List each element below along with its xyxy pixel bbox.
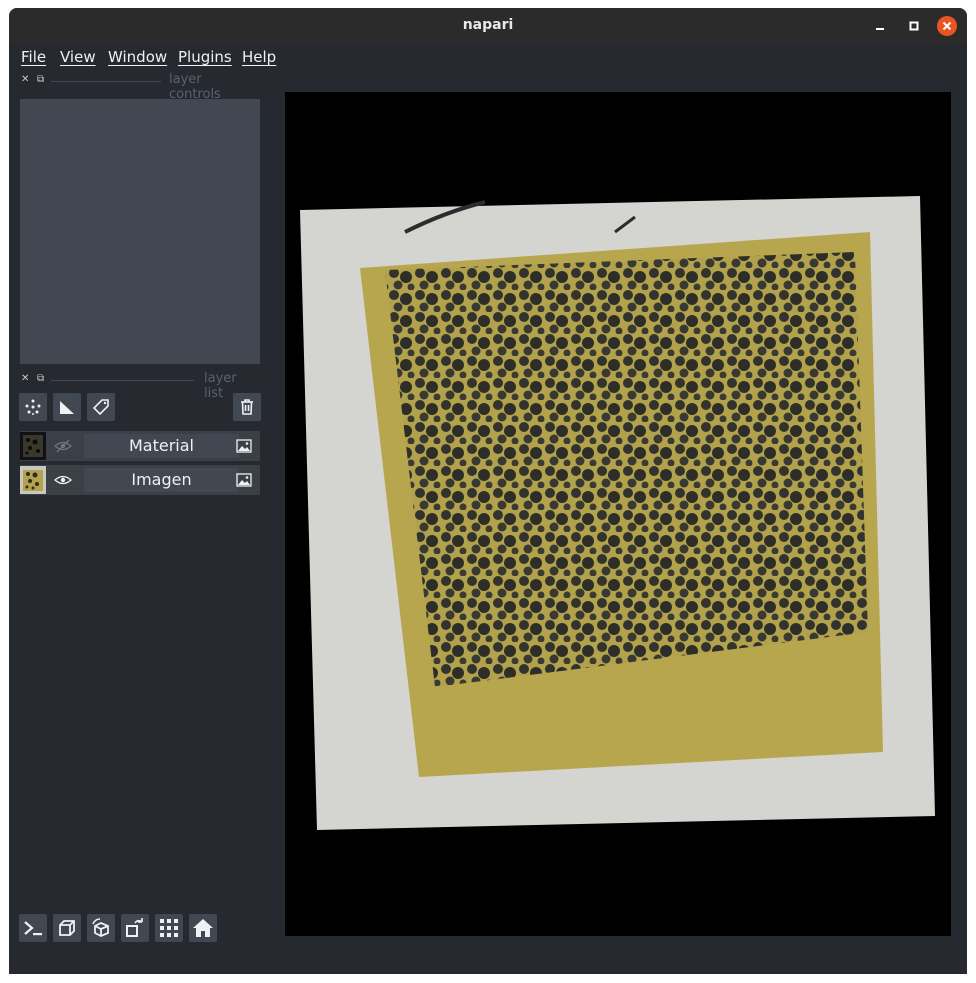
layer-controls-label: layer controls [169, 72, 221, 102]
menu-bar: File View Window Plugins Help [9, 44, 967, 70]
label-tag-icon [92, 399, 109, 416]
maximize-button[interactable] [904, 16, 924, 36]
layer-list-header: ✕ ⧉ layer list [17, 371, 257, 401]
minimize-button[interactable] [870, 16, 890, 36]
roll-dimensions-button[interactable] [87, 914, 115, 942]
window-title: napari [462, 17, 514, 33]
menu-window[interactable]: Window [108, 48, 167, 66]
grid-icon [160, 919, 178, 937]
console-prompt-icon [24, 921, 42, 936]
console-button[interactable] [19, 914, 47, 942]
menu-view[interactable]: View [60, 48, 96, 66]
dock-float-icon[interactable]: ⧉ [37, 373, 44, 384]
new-points-layer-button[interactable] [19, 393, 47, 421]
points-icon [25, 399, 41, 415]
layer-thumbnail [20, 432, 46, 460]
image-layer-icon [236, 473, 252, 487]
dock-close-icon[interactable]: ✕ [21, 373, 29, 384]
shapes-icon [60, 401, 74, 414]
grid-view-button[interactable] [155, 914, 183, 942]
dock-close-icon[interactable]: ✕ [21, 74, 29, 85]
delete-layer-button[interactable] [233, 393, 261, 421]
toggle-ndisplay-button[interactable] [53, 914, 81, 942]
layer-row-material[interactable]: Material [20, 431, 260, 461]
visibility-eye-icon[interactable] [54, 473, 72, 487]
menu-plugins[interactable]: Plugins [178, 48, 232, 66]
layer-controls-panel [20, 99, 260, 364]
viewer-canvas[interactable] [285, 92, 951, 936]
roll-cube-icon [92, 918, 109, 937]
menu-file[interactable]: File [21, 48, 46, 66]
close-button[interactable] [937, 16, 957, 36]
new-shapes-layer-button[interactable] [53, 393, 81, 421]
title-bar: napari [9, 8, 967, 44]
reset-view-button[interactable] [189, 914, 217, 942]
layer-row-imagen[interactable]: Imagen [20, 465, 260, 495]
layer-name-field[interactable]: Imagen [84, 468, 239, 492]
image-layer-render [300, 196, 935, 830]
home-icon [193, 919, 213, 937]
2d-3d-toggle-icon [59, 920, 75, 936]
menu-help[interactable]: Help [242, 48, 276, 66]
dock-divider [51, 81, 161, 82]
layer-thumbnail [20, 466, 46, 494]
new-labels-layer-button[interactable] [87, 393, 115, 421]
transpose-icon [126, 918, 143, 937]
dock-float-icon[interactable]: ⧉ [37, 74, 44, 85]
napari-window: napari File View Window Plugins Help ✕ ⧉… [9, 8, 967, 974]
visibility-off-eye-icon[interactable] [54, 439, 72, 453]
trash-icon [241, 399, 253, 415]
image-layer-icon [236, 439, 252, 453]
layer-controls-header: ✕ ⧉ layer controls [17, 72, 257, 102]
transpose-dimensions-button[interactable] [121, 914, 149, 942]
dock-divider [51, 380, 194, 381]
layer-name-field[interactable]: Material [84, 434, 239, 458]
